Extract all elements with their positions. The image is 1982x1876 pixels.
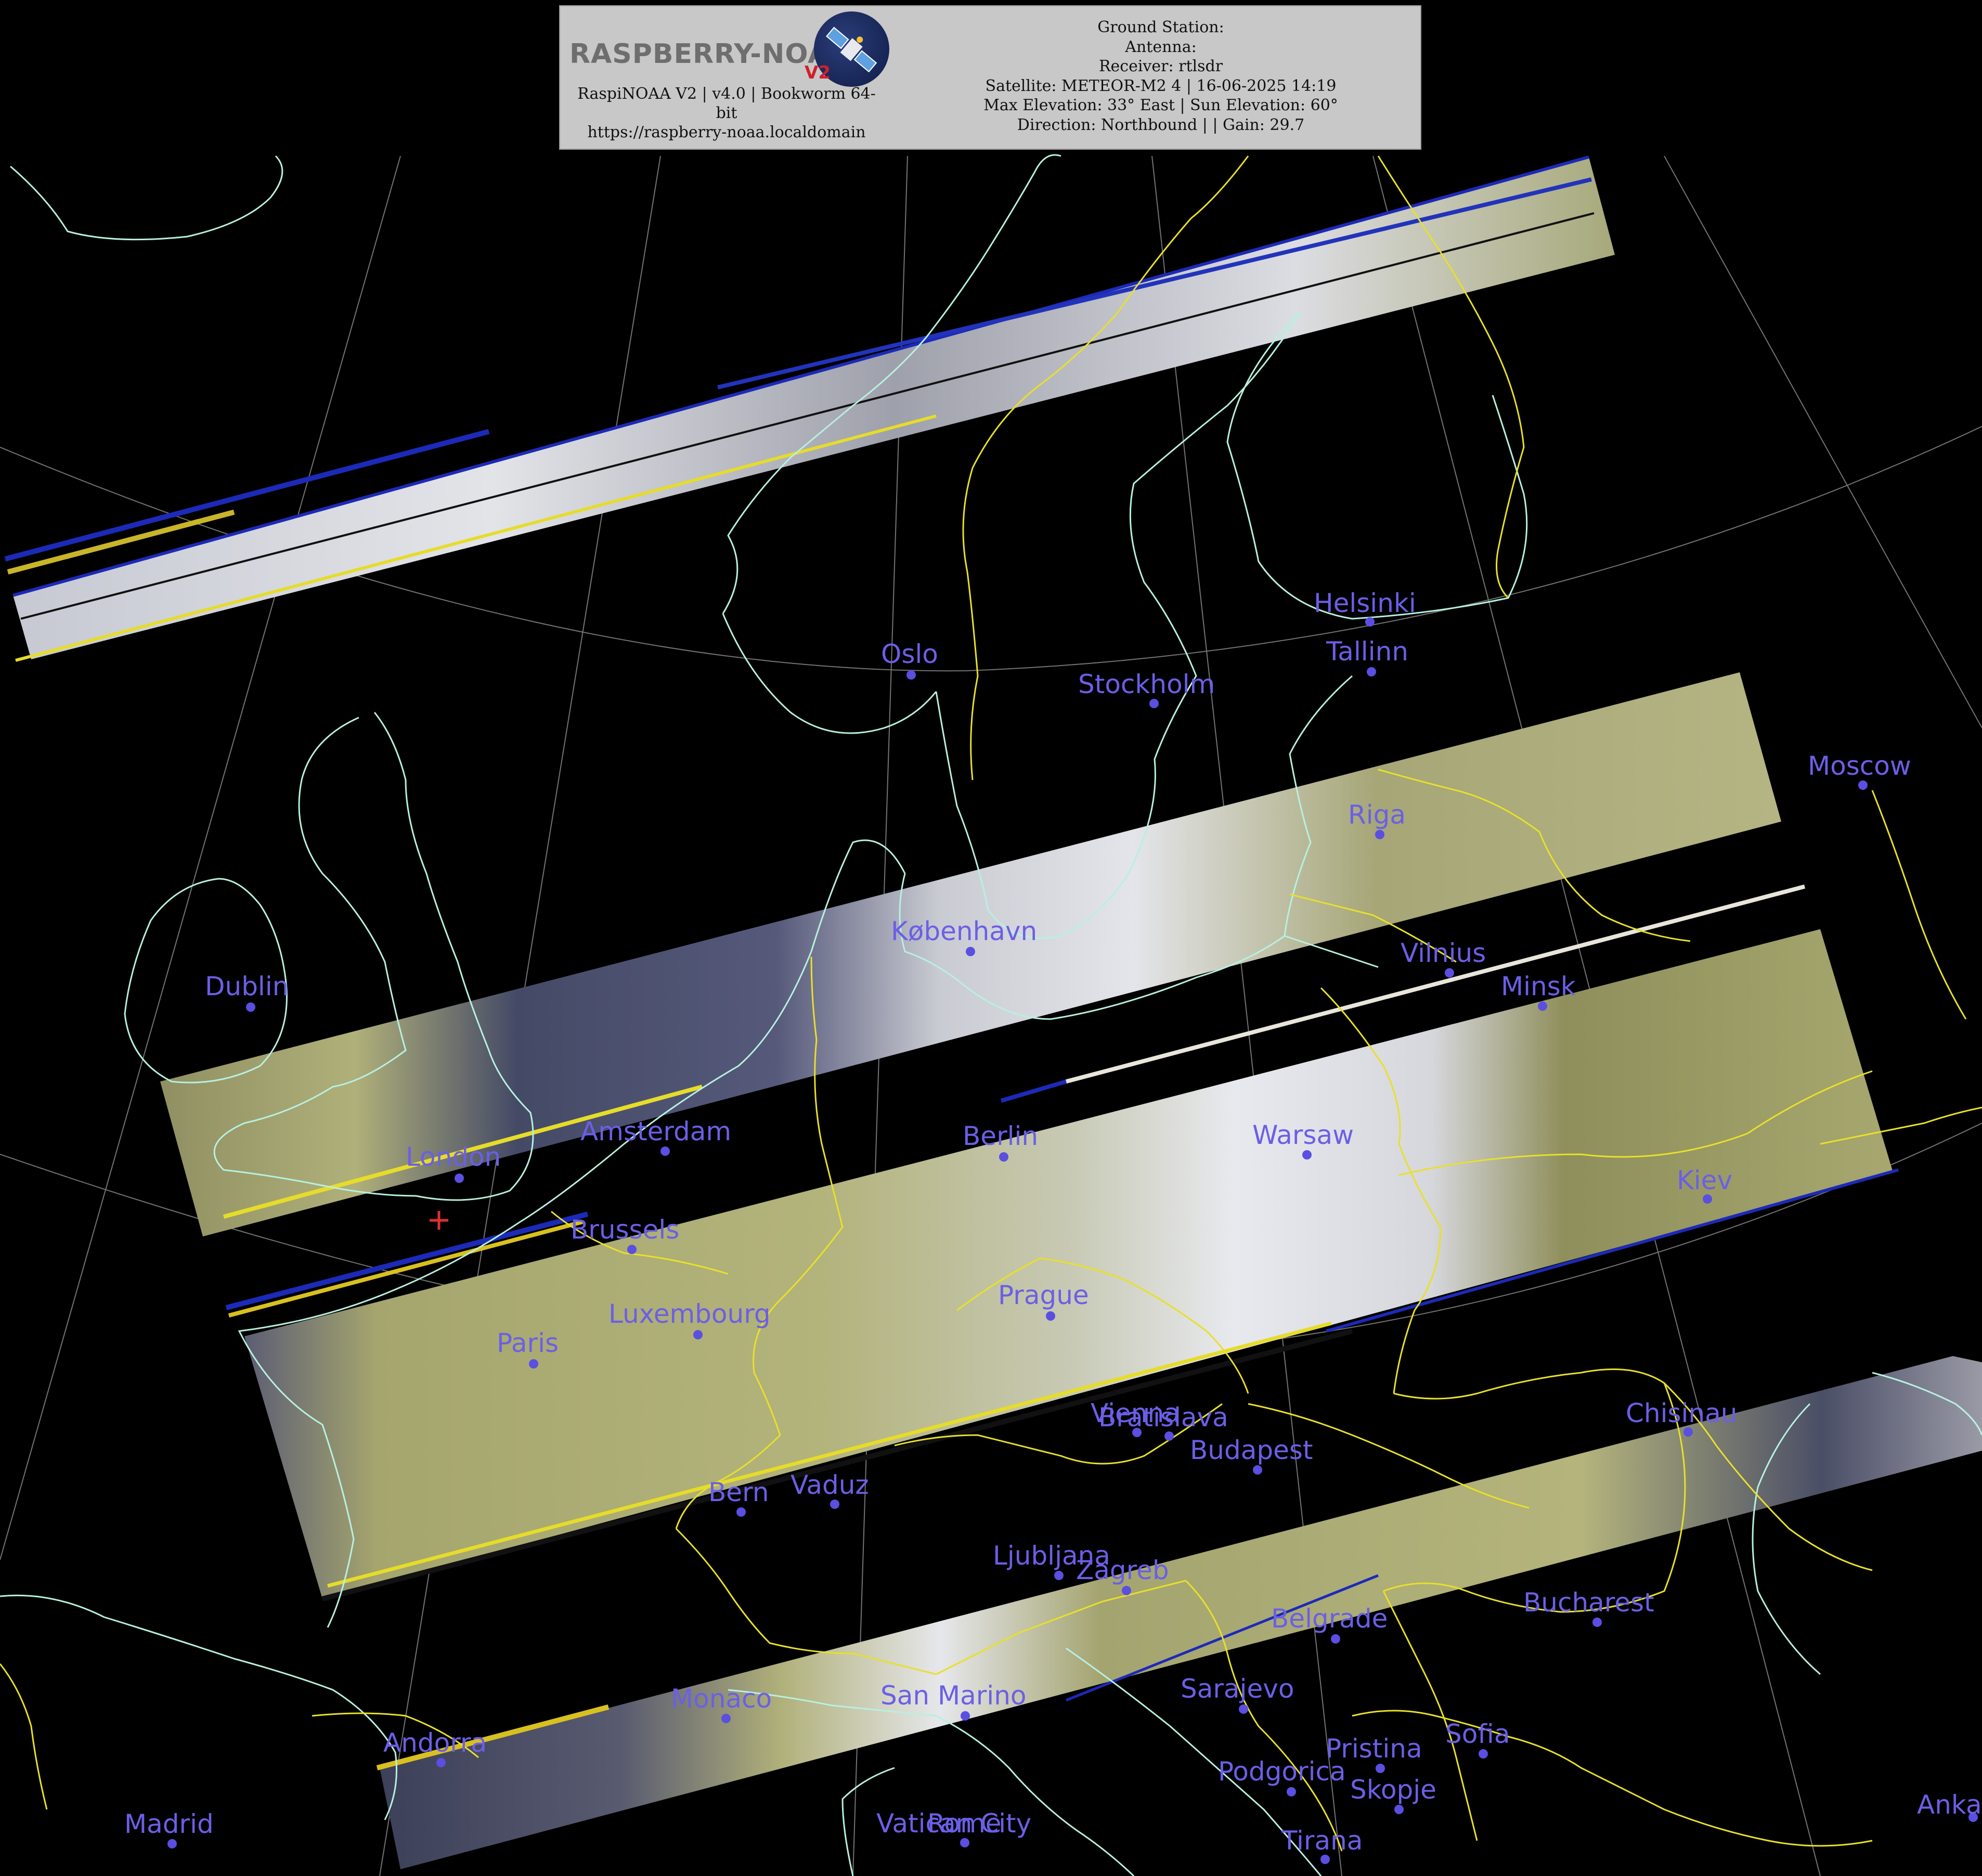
city-label-riga: Riga [1348,800,1406,830]
pass-details: Ground Station: Antenna: Receiver: rtlsd… [903,18,1418,135]
city-label-warsaw: Warsaw [1252,1120,1354,1150]
city-stockholm: Stockholm [1078,669,1215,708]
city-label-bratislava: Bratislava [1098,1402,1228,1432]
raspberry-noaa-logo: RASPBERRY-NOAA V2 [564,11,897,89]
city-helsinki: Helsinki [1314,588,1416,627]
antenna: Antenna: [1125,37,1197,56]
city-label-stockholm: Stockholm [1078,669,1215,699]
city-label-madrid: Madrid [124,1809,214,1839]
city-label-san-marino: San Marino [880,1680,1026,1711]
satellite-pass: Satellite: METEOR-M2 4 | 16-06-2025 14:1… [985,76,1337,95]
city-ankara: Ankara [1917,1790,1982,1822]
city-label-podgorica: Podgorica [1218,1756,1346,1787]
city-podgorica: Podgorica [1218,1756,1346,1796]
city-moscow: Moscow [1808,751,1911,790]
city-label-tallinn: Tallinn [1326,636,1408,667]
city-sarajevo: Sarajevo [1181,1674,1294,1714]
city-label-monaco: Monaco [671,1684,772,1714]
station-url: https://raspberry-noaa.localdomain [587,123,866,141]
city-vaduz: Vaduz [791,1470,869,1509]
city-label-paris: Paris [497,1328,559,1358]
city-skopje: Skopje [1350,1775,1436,1814]
city-label-brussels: Brussels [571,1215,679,1245]
city-label-kiev: Kiev [1677,1165,1732,1195]
city-tirana: Tirana [1281,1826,1363,1864]
logo-v2-badge: V2 [805,62,831,83]
satellite-imagery [4,155,1982,1869]
city-belgrade: Belgrade [1271,1604,1388,1644]
city-label-helsinki: Helsinki [1314,588,1416,618]
city-budapest: Budapest [1190,1435,1313,1475]
receiver: Receiver: rtlsdr [1098,57,1223,75]
city-label-ankara: Ankara [1917,1790,1982,1820]
city-tallinn: Tallinn [1326,636,1408,676]
city-bucharest: Bucharest [1523,1587,1654,1627]
city-label-prague: Prague [998,1280,1089,1310]
city-label-andorra: Andorra [383,1728,487,1758]
ground-station: Ground Station: [1097,18,1224,36]
city-label-london: London [406,1142,501,1172]
city-label-budapest: Budapest [1190,1435,1313,1465]
city-rome: Rome [927,1808,1002,1839]
city-label-berlin: Berlin [963,1121,1038,1151]
city-label-dublin: Dublin [205,971,289,1001]
city-label-bern: Bern [708,1477,769,1507]
city-vilnius: Vilnius [1401,938,1486,978]
city-madrid: Madrid [124,1809,214,1848]
software-version-cont: bit [716,104,737,122]
city-amsterdam: Amsterdam [580,1116,731,1156]
city-label-vilnius: Vilnius [1401,938,1486,968]
city-label-moscow: Moscow [1808,751,1911,781]
city-label-chisinau: Chisinau [1626,1398,1737,1428]
direction-gain: Direction: Northbound | | Gain: 29.7 [1017,115,1305,134]
city-bern: Bern [708,1477,769,1517]
city-label-minsk: Minsk [1501,971,1576,1001]
city-label-oslo: Oslo [881,639,938,669]
city-label-zagreb: Zagreb [1076,1555,1169,1585]
city-label-skopje: Skopje [1350,1775,1436,1805]
city-oslo: Oslo [881,639,938,680]
city-label-bucharest: Bucharest [1523,1587,1654,1618]
city-label-tirana: Tirana [1281,1826,1363,1856]
elevation-info: Max Elevation: 33° East | Sun Elevation:… [983,96,1338,114]
ground-station-marker [430,1211,448,1230]
city-label-sofia: Sofia [1445,1719,1510,1749]
software-version: RaspiNOAA V2 | v4.0 | Bookworm 64- [577,85,876,103]
satellite-map: Oslo Stockholm Helsinki Tallinn Moscow R… [0,154,1982,1876]
city-label-kobenhavn: København [891,916,1037,946]
pass-info-box: RASPBERRY-NOAA V2 RaspiNOAA V2 | v4.0 | … [559,5,1421,150]
city-label-belgrade: Belgrade [1271,1604,1388,1634]
city-label-rome: Rome [927,1808,1002,1839]
city-label-luxembourg: Luxembourg [608,1299,771,1329]
software-info: RaspiNOAA V2 | v4.0 | Bookworm 64- bit h… [560,84,893,142]
city-dublin: Dublin [205,971,289,1012]
city-label-sarajevo: Sarajevo [1181,1674,1294,1704]
city-label-amsterdam: Amsterdam [580,1116,731,1147]
city-label-vaduz: Vaduz [791,1470,869,1500]
